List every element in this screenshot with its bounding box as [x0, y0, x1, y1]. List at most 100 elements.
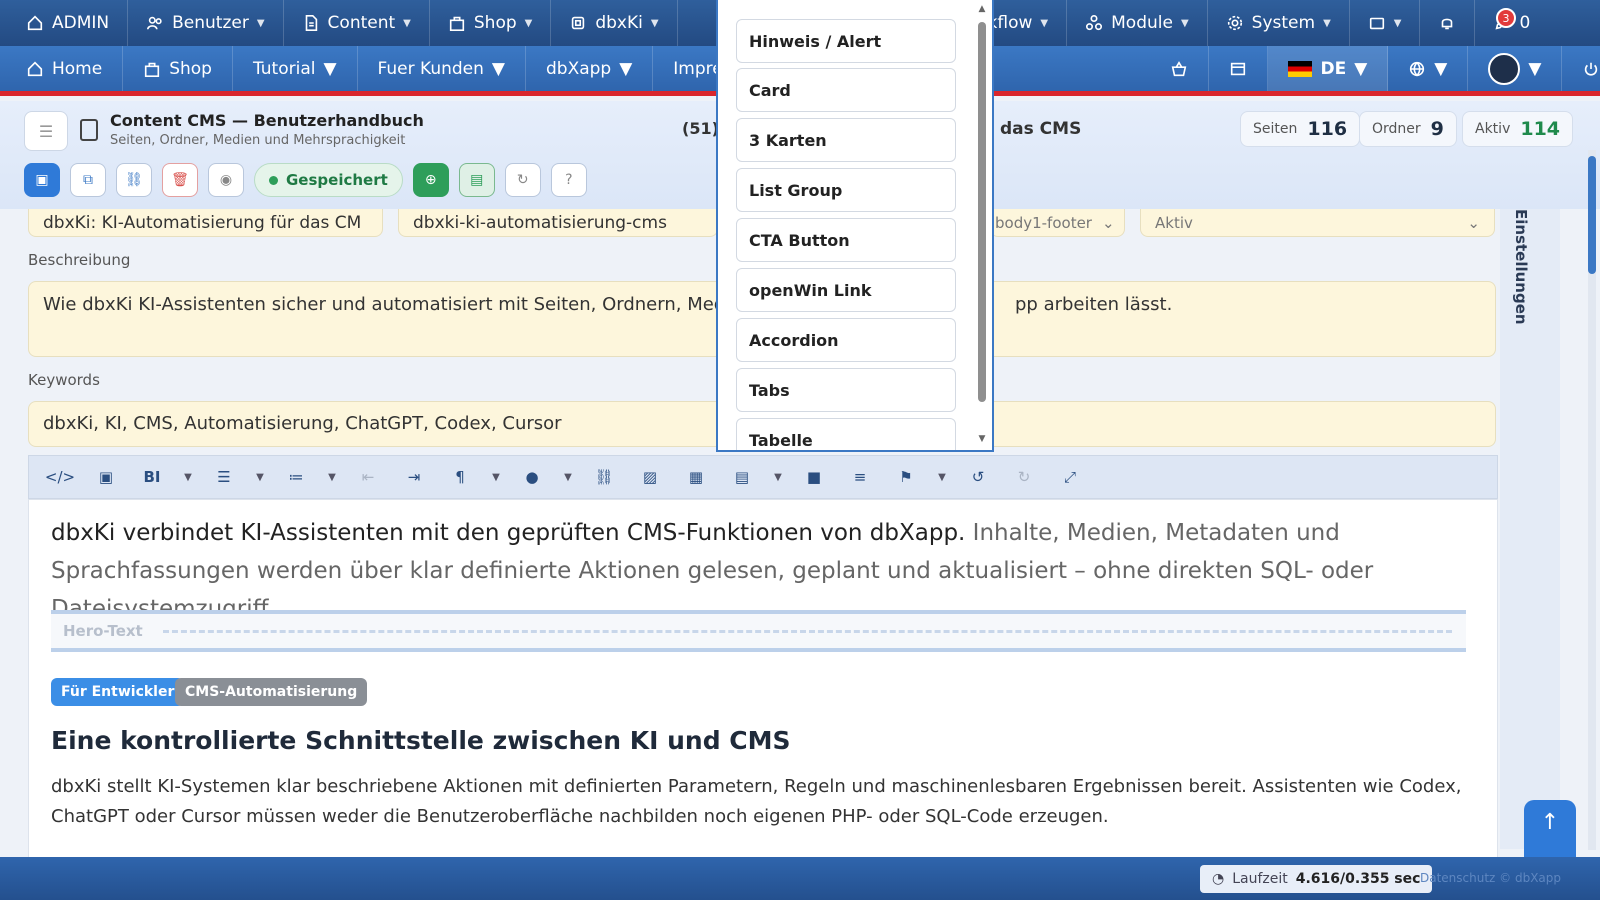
caret-down-icon: ▼	[1528, 58, 1542, 79]
nav-shop[interactable]: Shop ▼	[430, 0, 552, 46]
caret-down-icon: ▼	[1354, 58, 1368, 79]
nav-admin[interactable]: ADMIN	[0, 0, 129, 46]
nav-dbxki[interactable]: dbxKi ▼	[551, 0, 678, 46]
table-icon[interactable]: ▤	[719, 455, 765, 499]
trash-icon[interactable]: 🗑	[162, 163, 198, 197]
nav-shop-label: Shop	[473, 13, 517, 33]
numbered-list-icon[interactable]: ≔	[273, 455, 319, 499]
nav-module-label: Module	[1111, 13, 1173, 33]
nav-content-label: Content	[327, 13, 396, 33]
fullscreen-icon[interactable]: ⤢	[1047, 455, 1093, 499]
color-drop-icon[interactable]: ●	[509, 455, 555, 499]
outdent-icon[interactable]: ⇤	[345, 455, 391, 499]
nav-module[interactable]: Module ▼	[1067, 0, 1208, 46]
bold-italic-icon[interactable]: BI	[129, 455, 175, 499]
nav-benutzer[interactable]: Benutzer ▼	[128, 0, 284, 46]
eye-icon[interactable]: ◉	[208, 163, 244, 197]
add-document-icon[interactable]: ⊕	[412, 163, 449, 197]
image-icon[interactable]: ▨	[627, 455, 673, 499]
runtime-label: Laufzeit	[1232, 871, 1288, 887]
slug-input[interactable]: dbxki-ki-automatisierung-cms	[398, 209, 718, 237]
snippet-item[interactable]: Accordion	[736, 318, 956, 362]
snippet-item[interactable]: Card	[736, 68, 956, 112]
user-avatar-menu[interactable]: ▼	[1468, 46, 1563, 91]
home-icon	[26, 14, 44, 32]
snippet-item[interactable]: Tabelle	[736, 418, 956, 450]
scroll-down-icon[interactable]: ▼	[976, 434, 988, 444]
content-paragraph: dbxKi stellt KI-Systemen klar beschriebe…	[51, 776, 1462, 827]
language-selector[interactable]: DE ▼	[1268, 46, 1389, 91]
hero-divider	[162, 629, 1452, 633]
status-select[interactable]: Aktiv ⌄	[1140, 209, 1495, 237]
refresh-icon[interactable]: ↻	[504, 163, 541, 197]
wysiwyg-editor[interactable]: dbxKi verbindet KI-Assistenten mit den g…	[28, 499, 1498, 859]
dropdown-scrollbar[interactable]: ▲ ▼	[976, 4, 988, 444]
nav-notifications[interactable]	[1420, 0, 1476, 46]
avatar	[1488, 52, 1521, 85]
chevron-down-icon[interactable]: ▼	[555, 455, 581, 499]
caret-down-icon: ▼	[1180, 17, 1189, 29]
document-icon	[302, 14, 320, 32]
page-scrollbar[interactable]	[1588, 150, 1596, 850]
chevron-down-icon[interactable]: ▼	[175, 455, 201, 499]
nav-system[interactable]: System ▼	[1208, 0, 1350, 46]
undo-icon[interactable]: ↺	[955, 455, 1001, 499]
menu-toggle-button[interactable]: ☰	[24, 111, 68, 151]
snippet-item[interactable]: CTA Button	[736, 218, 956, 262]
video-icon[interactable]: ■	[791, 455, 837, 499]
bullet-list-icon[interactable]: ☰	[201, 455, 247, 499]
subnav-power[interactable]	[1562, 46, 1600, 91]
snippet-item[interactable]: Hinweis / Alert	[736, 19, 956, 63]
snippet-item[interactable]: 3 Karten	[736, 118, 956, 162]
subnav-globe[interactable]: ▼	[1388, 46, 1469, 91]
chevron-down-icon[interactable]: ▼	[765, 455, 791, 499]
caret-down-icon: ▼	[323, 58, 337, 79]
paragraph-icon[interactable]: ¶	[437, 455, 483, 499]
gallery-icon[interactable]: ▦	[673, 455, 719, 499]
indent-icon[interactable]: ⇥	[391, 455, 437, 499]
horizontal-rule-icon[interactable]: ≡	[837, 455, 883, 499]
dropdown-scrollbar-thumb[interactable]	[978, 22, 986, 402]
hero-text-block[interactable]: Hero-Text	[51, 610, 1466, 652]
subnav-tutorial[interactable]: Tutorial ▼	[233, 46, 358, 91]
subnav-dbxapp[interactable]: dbXapp ▼	[526, 46, 654, 91]
template-select[interactable]: body1-footer ⌄	[990, 209, 1125, 237]
subnav-home-label: Home	[52, 58, 103, 79]
chevron-down-icon[interactable]: ▼	[247, 455, 273, 499]
subnav-basket[interactable]	[1150, 46, 1210, 91]
redo-icon[interactable]: ↻	[1001, 455, 1047, 499]
notification-badge: 3	[1496, 8, 1516, 28]
subnav-layout[interactable]	[1209, 46, 1269, 91]
speedometer-icon: ◔	[1212, 871, 1225, 887]
chevron-down-icon[interactable]: ▼	[929, 455, 955, 499]
chevron-down-icon[interactable]: ▼	[483, 455, 509, 499]
subnav-shop[interactable]: Shop	[123, 46, 233, 91]
runtime-value: 4.616/0.355 sec	[1295, 871, 1421, 887]
help-icon[interactable]: ?	[550, 163, 587, 197]
save-icon[interactable]: ▣	[24, 163, 60, 197]
tag-cms-automation: CMS-Automatisierung	[175, 678, 368, 706]
nav-window[interactable]: ▼	[1350, 0, 1421, 46]
title-input[interactable]: dbxKi: KI-Automatisierung für das CM	[28, 209, 383, 237]
flag-icon[interactable]: ⚑	[883, 455, 929, 499]
scroll-up-icon[interactable]: ▲	[976, 4, 988, 14]
page-scrollbar-thumb[interactable]	[1588, 156, 1596, 274]
page-count: (51)	[682, 119, 719, 138]
link-icon[interactable]: ⛓	[116, 163, 152, 197]
clipboard-icon[interactable]: ▤	[458, 163, 495, 197]
subnav-fuer-kunden[interactable]: Fuer Kunden ▼	[358, 46, 526, 91]
footer-links[interactable]: Datenschutz © dbXapp	[1420, 871, 1561, 885]
chevron-down-icon[interactable]: ▼	[319, 455, 345, 499]
nav-content[interactable]: Content ▼	[284, 0, 430, 46]
subnav-home[interactable]: Home	[0, 46, 124, 91]
stat-value: 114	[1520, 118, 1561, 140]
chip-icon	[569, 14, 587, 32]
snippet-item[interactable]: List Group	[736, 168, 956, 212]
settings-sidebar[interactable]: Einstellungen	[1500, 209, 1560, 849]
snippet-item[interactable]: Tabs	[736, 368, 956, 412]
template-icon[interactable]: ▣	[83, 455, 129, 499]
snippet-item[interactable]: openWin Link	[736, 268, 956, 312]
link-icon[interactable]: ⛓	[581, 455, 627, 499]
code-view-icon[interactable]: </>	[37, 455, 83, 499]
copy-icon[interactable]: ⧉	[70, 163, 106, 197]
